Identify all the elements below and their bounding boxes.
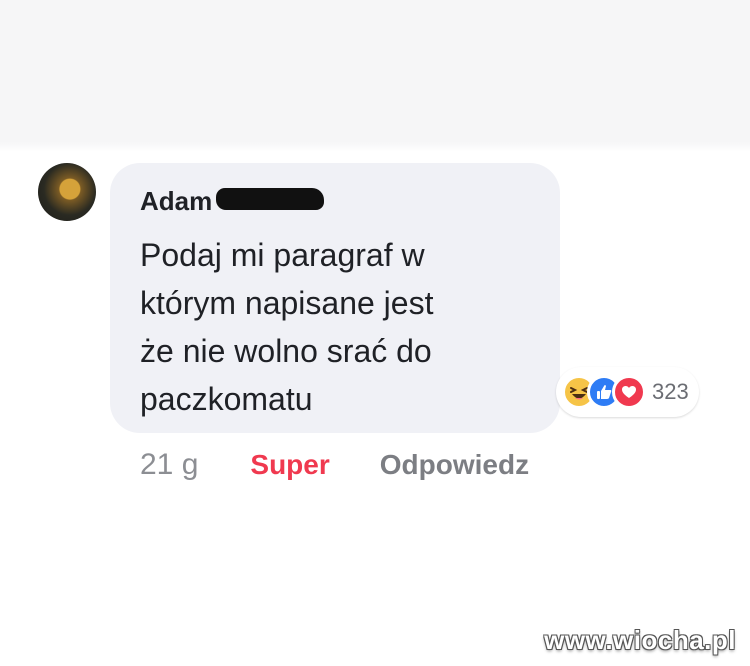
comment-bubble: Adam Podaj mi paragraf w którym napisane… xyxy=(110,163,560,433)
comment-actions: 21 g Super Odpowiedz xyxy=(140,445,529,485)
reply-button[interactable]: Odpowiedz xyxy=(380,449,529,481)
author-name[interactable]: Adam xyxy=(140,186,212,217)
heart-icon xyxy=(612,375,646,409)
timestamp[interactable]: 21 g xyxy=(140,448,198,482)
redacted-surname xyxy=(216,188,325,210)
author-row: Adam xyxy=(140,181,540,221)
comment-screenshot: Adam Podaj mi paragraf w którym napisane… xyxy=(0,0,750,666)
watermark: www.wiocha.pl xyxy=(544,625,736,655)
reactions-summary[interactable]: 323 xyxy=(556,367,699,417)
reaction-count: 323 xyxy=(652,379,689,404)
comment-text: Podaj mi paragraf w którym napisane jest… xyxy=(140,237,434,417)
super-reaction-button[interactable]: Super xyxy=(250,449,329,481)
avatar[interactable] xyxy=(38,163,96,221)
